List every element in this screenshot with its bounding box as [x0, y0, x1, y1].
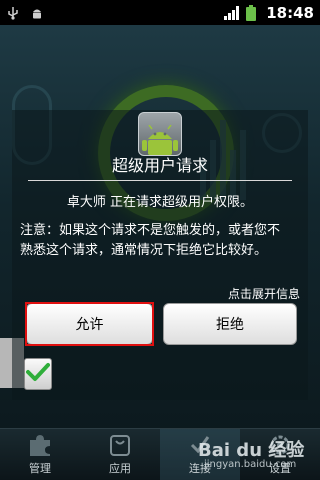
warning-note-line: 注意：如果这个请求不是您触发的，或者您不 — [20, 223, 281, 238]
signal-icon — [224, 5, 240, 20]
warning-note-line: 熟悉这个请求，通常情况下拒绝它比较好。 — [20, 243, 268, 258]
remember-checkbox[interactable] — [24, 358, 52, 390]
highlight-annotation — [25, 302, 154, 346]
superuser-android-icon — [138, 112, 182, 156]
deny-button[interactable]: 拒绝 — [163, 303, 297, 345]
nav-item-apps[interactable]: 应用 — [80, 429, 160, 480]
request-message: 卓大师 正在请求超级用户权限。 — [66, 195, 254, 210]
warning-note: 注意：如果这个请求不是您触发的，或者您不 熟悉这个请求，通常情况下拒绝它比较好。 — [20, 221, 310, 261]
nav-label: 管理 — [29, 462, 51, 475]
battery-icon — [246, 4, 257, 21]
checkmark-icon — [26, 362, 50, 386]
android-icon — [30, 6, 44, 20]
dialog-title: 超级用户请求 — [111, 156, 208, 175]
status-bar: 18:48 — [0, 0, 320, 25]
expand-info-link[interactable]: 点击展开信息 — [228, 285, 300, 302]
bag-icon — [107, 432, 133, 458]
title-divider — [28, 180, 292, 181]
status-clock: 18:48 — [266, 3, 314, 22]
usb-icon — [6, 6, 20, 20]
nav-item-manage[interactable]: 管理 — [0, 429, 80, 480]
watermark-url: jingyan.baidu.com — [204, 459, 297, 470]
nav-label: 应用 — [109, 462, 131, 475]
puzzle-icon — [27, 432, 53, 458]
